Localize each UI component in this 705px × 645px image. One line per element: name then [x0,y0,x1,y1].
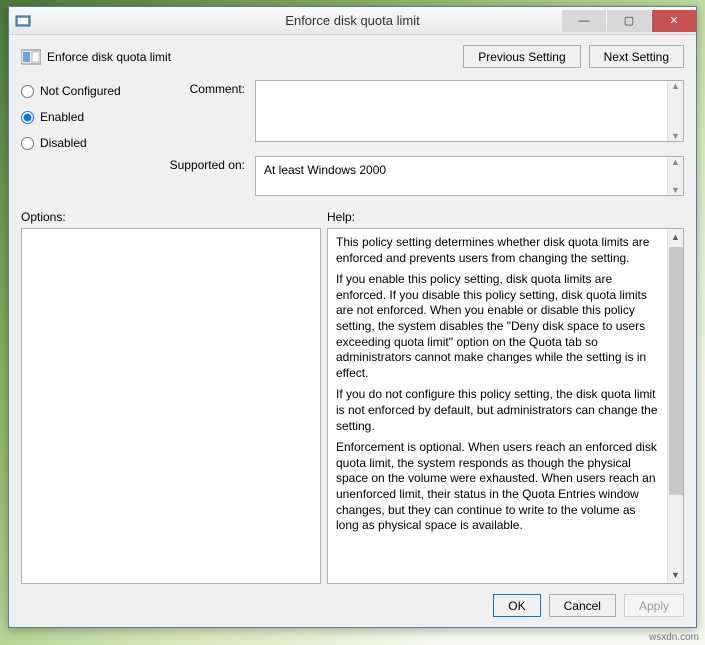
scroll-thumb[interactable] [669,247,683,495]
radio-disabled-input[interactable] [21,137,34,150]
help-paragraph: Enforcement is optional. When users reac… [336,440,659,534]
radio-enabled-label: Enabled [40,110,84,124]
comment-label: Comment: [169,80,255,96]
scroll-down-icon[interactable]: ▼ [671,567,680,583]
scroll-up-icon[interactable]: ▲ [671,229,680,245]
content-area: Enforce disk quota limit Previous Settin… [9,35,696,627]
help-text: This policy setting determines whether d… [328,229,667,583]
next-setting-button[interactable]: Next Setting [589,45,684,68]
comment-textbox[interactable]: ▲ ▼ [255,80,684,142]
help-panel: This policy setting determines whether d… [327,228,684,584]
app-icon [15,13,31,29]
radio-disabled-label: Disabled [40,136,87,150]
options-label: Options: [21,210,327,224]
supported-on-label: Supported on: [169,156,255,172]
supported-on-value: At least Windows 2000 [264,163,386,177]
radio-enabled[interactable]: Enabled [21,110,161,124]
state-radio-group: Not Configured Enabled Disabled [21,80,161,196]
radio-not-configured[interactable]: Not Configured [21,84,161,98]
help-paragraph: If you do not configure this policy sett… [336,387,659,434]
scroll-up-icon[interactable]: ▲ [671,81,680,91]
minimize-button[interactable]: — [562,10,606,32]
page-title: Enforce disk quota limit [47,50,171,64]
supported-on-textbox: At least Windows 2000 ▲ ▼ [255,156,684,196]
help-paragraph: If you enable this policy setting, disk … [336,272,659,381]
close-button[interactable]: ✕ [652,10,696,32]
options-panel [21,228,321,584]
header-row: Enforce disk quota limit Previous Settin… [21,45,684,68]
help-scrollbar[interactable]: ▲ ▼ [667,229,683,583]
scroll-down-icon[interactable]: ▼ [671,131,680,141]
help-label: Help: [327,210,355,224]
scroll-down-icon[interactable]: ▼ [671,185,680,195]
footer-buttons: OK Cancel Apply [21,584,684,617]
watermark: wsxdn.com [649,632,699,643]
dialog-window: Enforce disk quota limit — ▢ ✕ Enforce d… [8,6,697,628]
scroll-up-icon[interactable]: ▲ [671,157,680,167]
cancel-button[interactable]: Cancel [549,594,616,617]
radio-enabled-input[interactable] [21,111,34,124]
radio-not-configured-input[interactable] [21,85,34,98]
radio-not-configured-label: Not Configured [40,84,121,98]
maximize-button[interactable]: ▢ [607,10,651,32]
apply-button: Apply [624,594,684,617]
supported-scrollbar[interactable]: ▲ ▼ [667,157,683,195]
previous-setting-button[interactable]: Previous Setting [463,45,580,68]
policy-icon [21,48,41,66]
radio-disabled[interactable]: Disabled [21,136,161,150]
comment-scrollbar[interactable]: ▲ ▼ [667,81,683,141]
titlebar: Enforce disk quota limit — ▢ ✕ [9,7,696,35]
help-paragraph: This policy setting determines whether d… [336,235,659,266]
ok-button[interactable]: OK [493,594,540,617]
